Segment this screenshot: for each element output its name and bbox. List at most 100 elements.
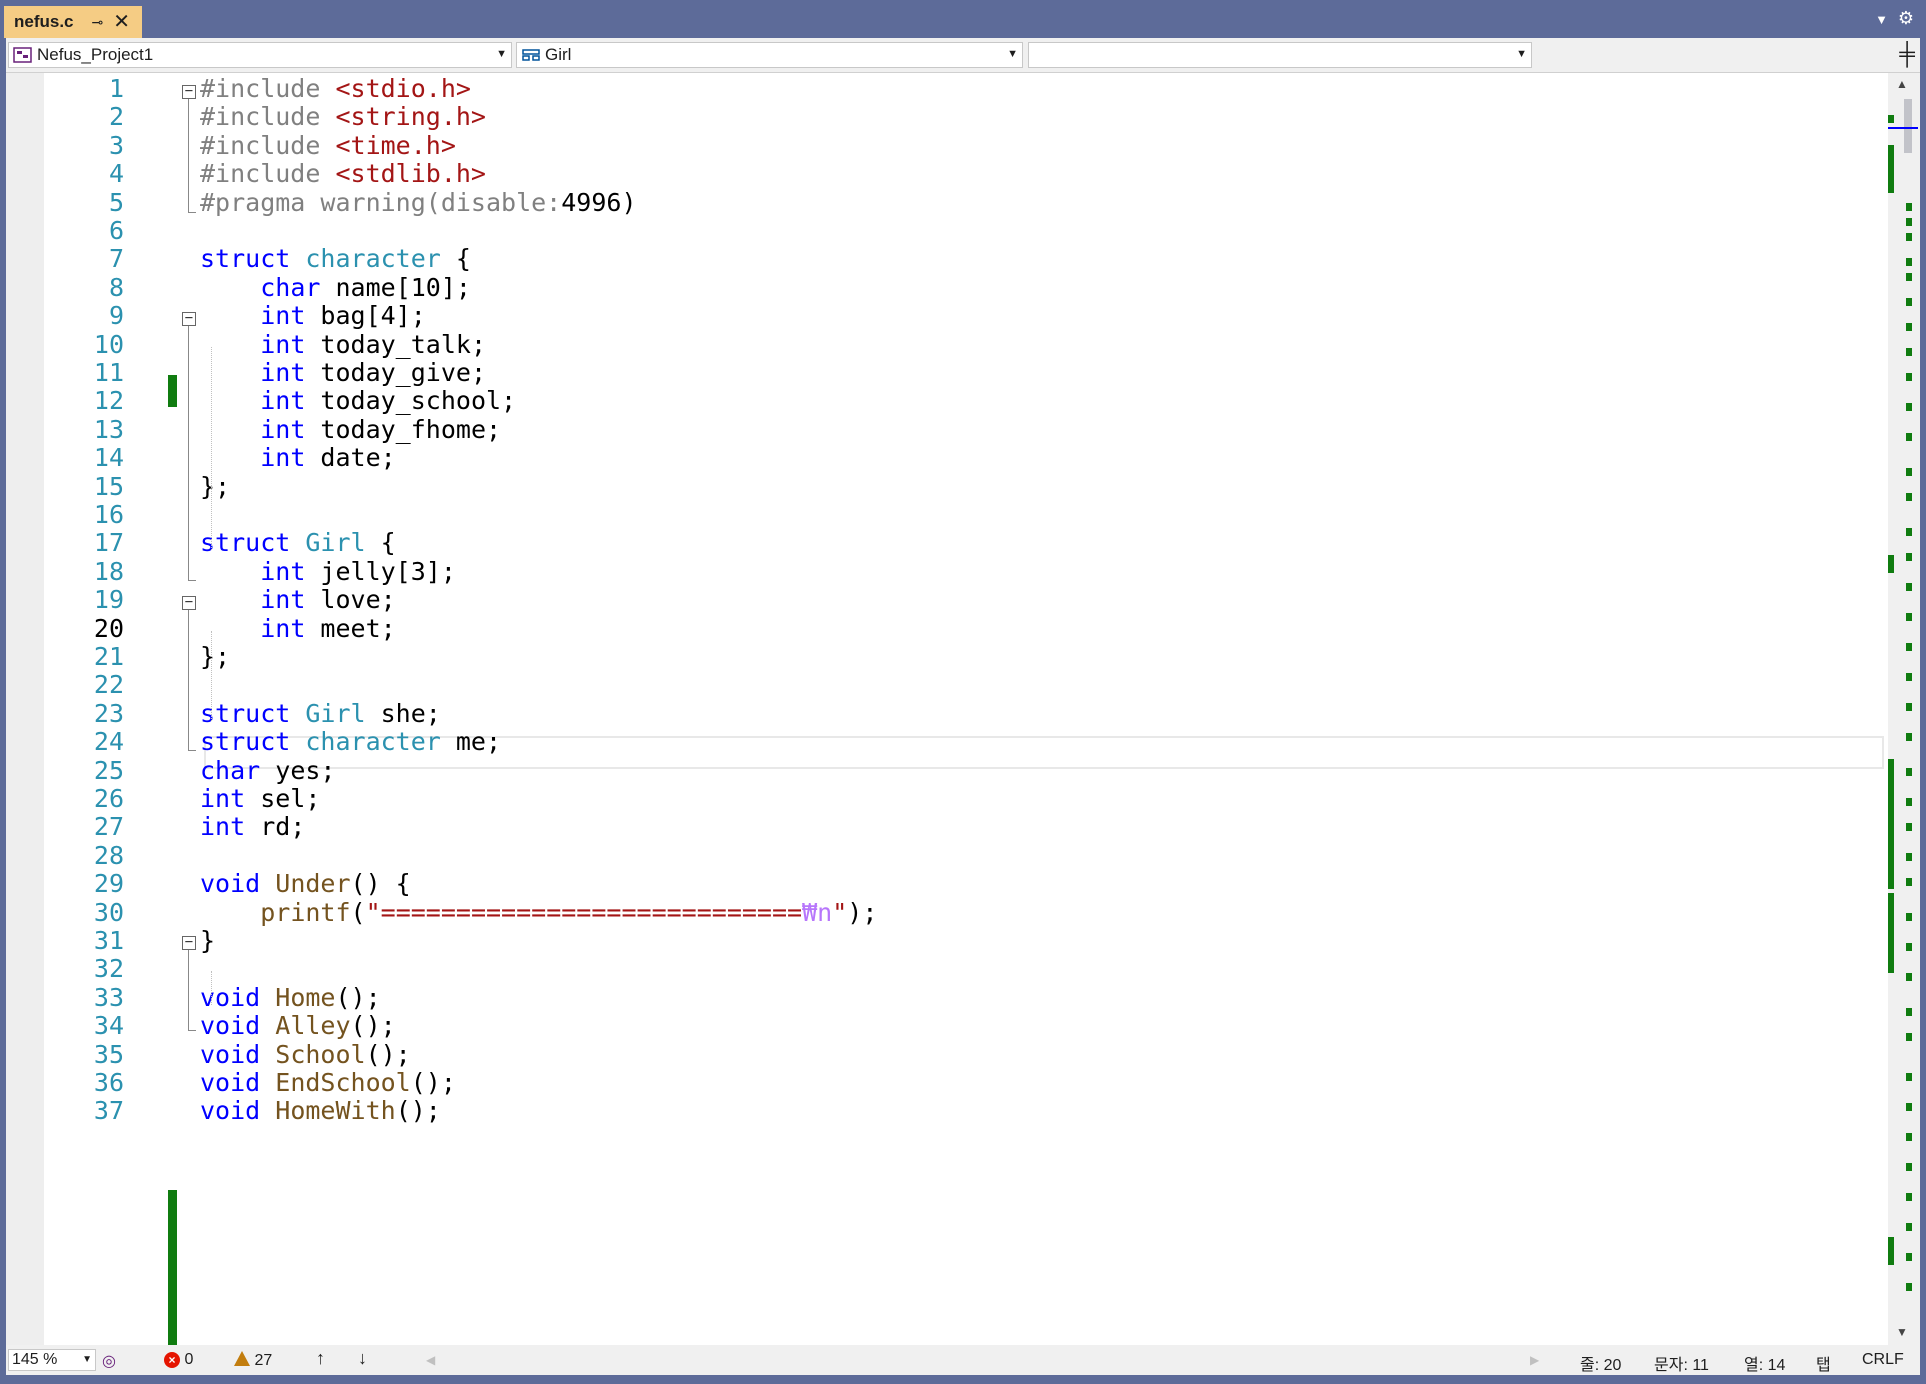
overview-dot	[1906, 673, 1912, 681]
overview-dot	[1906, 823, 1912, 831]
code-editor[interactable]: 1 #include <stdio.h> 2 #include <string.h> 3…	[6, 73, 1888, 1345]
overview-change-mark	[1888, 115, 1894, 123]
tab-list-dropdown-icon[interactable]: ▼	[1875, 12, 1888, 27]
error-icon: ×	[164, 1352, 180, 1368]
overview-dot	[1906, 643, 1912, 651]
overview-dot	[1906, 1223, 1912, 1231]
collapse-icon[interactable]: −	[182, 935, 196, 950]
overview-dot	[1906, 553, 1912, 561]
split-window-icon[interactable]: ╪	[1894, 42, 1920, 68]
next-issue-icon[interactable]: ↓	[358, 1348, 367, 1369]
overview-change-mark	[1888, 893, 1894, 973]
pin-icon[interactable]: ⊸	[92, 14, 104, 31]
overview-dot	[1906, 913, 1912, 921]
overview-dot	[1906, 1163, 1912, 1171]
document-tab-strip: nefus.c ⊸ ✕ ▼ ⚙	[0, 0, 1926, 38]
scroll-up-icon[interactable]: ▲	[1896, 77, 1908, 91]
overview-dot	[1906, 583, 1912, 591]
code-line[interactable]: 37 void HomeWith();	[44, 1093, 1888, 1128]
overview-dot	[1906, 798, 1912, 806]
overview-dot	[1906, 348, 1912, 356]
chevron-down-icon: ▼	[496, 48, 507, 60]
outline-end	[188, 750, 196, 751]
overview-dot	[1906, 768, 1912, 776]
overview-dot	[1906, 1133, 1912, 1141]
overview-dot	[1906, 218, 1912, 226]
overview-dot	[1906, 1033, 1912, 1041]
overview-dot	[1906, 403, 1912, 411]
outline-line	[188, 99, 189, 212]
code-token: ();	[395, 1096, 441, 1126]
document-tab[interactable]: nefus.c ⊸ ✕	[4, 6, 142, 38]
overview-dot	[1906, 203, 1912, 211]
indent-guide	[211, 347, 212, 550]
overview-change-mark	[1888, 145, 1894, 193]
code-text: void HomeWith();	[200, 1093, 441, 1128]
chevron-down-icon: ▼	[1516, 48, 1527, 60]
scope-dropdown[interactable]: Girl ▼	[516, 42, 1023, 68]
code-area[interactable]: 1 #include <stdio.h> 2 #include <string.h> 3…	[44, 73, 1888, 1345]
scroll-left-icon[interactable]: ◀	[426, 1353, 435, 1367]
overview-dot	[1906, 1103, 1912, 1111]
char-indicator[interactable]: 문자: 11	[1654, 1351, 1709, 1375]
overview-dot	[1906, 468, 1912, 476]
chevron-down-icon: ▼	[82, 1354, 92, 1365]
indent-guide	[211, 971, 212, 1005]
caret-position-marker	[1888, 127, 1918, 129]
outline-end	[188, 580, 196, 581]
overview-change-mark	[1888, 759, 1894, 889]
overview-dot	[1906, 433, 1912, 441]
overview-change-mark	[1888, 555, 1894, 573]
overview-dot	[1906, 1193, 1912, 1201]
outline-line	[188, 950, 189, 1030]
change-marker	[168, 1190, 177, 1345]
overview-dot	[1906, 233, 1912, 241]
line-number: 37	[93, 1096, 124, 1126]
overview-dot	[1906, 613, 1912, 621]
warning-icon	[234, 1351, 250, 1366]
change-marker	[168, 375, 177, 407]
scroll-right-icon[interactable]: ▶	[1530, 1353, 1539, 1367]
overview-dot	[1906, 878, 1912, 886]
overview-dot	[1906, 373, 1912, 381]
column-indicator[interactable]: 열: 14	[1744, 1351, 1785, 1375]
project-dropdown[interactable]: Nefus_Project1 ▼	[8, 42, 512, 68]
overview-dot	[1906, 853, 1912, 861]
scroll-thumb[interactable]	[1904, 99, 1912, 153]
overview-dot	[1906, 1253, 1912, 1261]
project-icon	[13, 47, 32, 63]
collapse-icon[interactable]: −	[182, 311, 196, 326]
tab-title: nefus.c	[14, 12, 74, 31]
overview-dot	[1906, 1008, 1912, 1016]
zoom-dropdown[interactable]: 145 % ▼	[8, 1349, 96, 1371]
editor-status-bar: 145 % ▼ ◎ × 0 27 ↑ ↓ ◀ ▶ 줄: 20 문자: 11 열:…	[6, 1345, 1920, 1375]
code-token: void	[200, 1096, 276, 1126]
collapse-icon[interactable]: −	[182, 595, 196, 610]
overview-dot	[1906, 943, 1912, 951]
overview-dot	[1906, 273, 1912, 281]
warning-count-value: 27	[254, 1352, 273, 1369]
code-token: HomeWith	[275, 1096, 396, 1126]
indicator-margin	[6, 73, 44, 1345]
scroll-down-icon[interactable]: ▼	[1896, 1325, 1908, 1339]
window-bottom-border	[0, 1375, 1926, 1384]
line-ending-indicator[interactable]: CRLF	[1862, 1351, 1904, 1369]
settings-gear-icon[interactable]: ⚙	[1898, 8, 1914, 29]
line-indicator[interactable]: 줄: 20	[1580, 1351, 1621, 1375]
error-count[interactable]: × 0	[164, 1351, 193, 1369]
error-count-value: 0	[184, 1351, 194, 1368]
outline-line	[188, 326, 189, 580]
member-dropdown[interactable]: ▼	[1028, 42, 1532, 68]
overview-change-mark	[1888, 1237, 1894, 1265]
health-icon[interactable]: ◎	[102, 1351, 116, 1371]
close-icon[interactable]: ✕	[113, 12, 130, 32]
outline-line	[188, 610, 189, 750]
indent-guide	[211, 631, 212, 721]
previous-issue-icon[interactable]: ↑	[316, 1348, 325, 1369]
overview-dot	[1906, 528, 1912, 536]
project-name: Nefus_Project1	[37, 45, 154, 64]
indent-mode-indicator[interactable]: 탭	[1816, 1351, 1831, 1375]
vertical-scrollbar[interactable]: ▲ ▼	[1888, 73, 1920, 1345]
collapse-icon[interactable]: −	[182, 84, 196, 99]
warning-count[interactable]: 27	[234, 1351, 272, 1370]
